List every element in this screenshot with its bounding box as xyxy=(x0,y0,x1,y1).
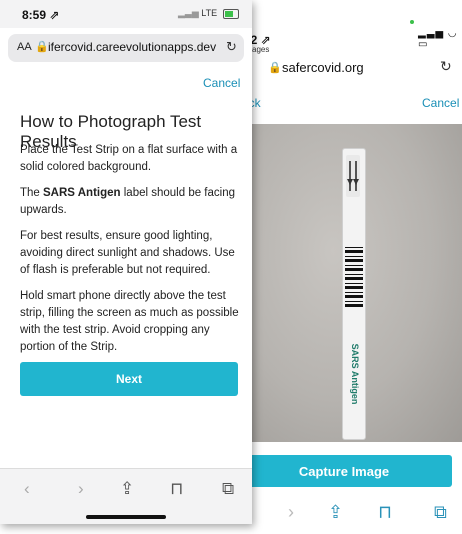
instruction-paragraph: Hold smart phone directly above the test… xyxy=(20,290,239,353)
url-host[interactable]: ifercovid.careevolutionapps.dev xyxy=(48,40,216,54)
cancel-link[interactable]: Cancel xyxy=(422,96,459,110)
instructions-text: Place the Test Strip on a flat surface w… xyxy=(20,142,242,365)
camera-nav: Back Cancel xyxy=(228,96,462,116)
tabs-icon[interactable]: ⧉ xyxy=(434,502,447,523)
instructions-screen: 8:59 ⇗ ▂▃▅ LTE AA 🔒 ifercovid.careevolut… xyxy=(0,0,252,524)
browser-toolbar-back: › ⇪ ⊓ ⧉ xyxy=(228,496,462,534)
test-strip-image: SARS Antigen xyxy=(342,148,366,440)
status-bar: 22 ⇗ ssages ▂▃▅ ◡ ▭ xyxy=(228,0,462,54)
capture-image-button[interactable]: Capture Image xyxy=(236,455,452,487)
home-indicator xyxy=(86,515,166,519)
strip-label: SARS Antigen xyxy=(350,343,360,405)
browser-toolbar: ‹ › ⇪ ⊓ ⧉ xyxy=(0,468,252,524)
url-host[interactable]: safercovid.org xyxy=(282,60,364,75)
status-time: 8:59 ⇗ xyxy=(22,8,60,22)
forward-icon[interactable]: › xyxy=(78,479,84,499)
camera-screen: 22 ⇗ ssages ▂▃▅ ◡ ▭ 🔒 safercovid.org ↻ B… xyxy=(228,0,462,534)
mic-indicator-icon xyxy=(410,20,414,24)
share-icon[interactable]: ⇪ xyxy=(328,502,343,523)
next-button[interactable]: Next xyxy=(20,362,238,396)
bold-term: SARS Antigen xyxy=(43,187,121,199)
instruction-paragraph: For best results, ensure good lighting, … xyxy=(20,230,235,276)
reload-icon[interactable]: ↻ xyxy=(226,39,237,55)
battery-icon xyxy=(223,9,239,19)
bookmarks-icon[interactable]: ⊓ xyxy=(378,502,392,523)
text-size-button[interactable]: AA xyxy=(17,41,32,53)
signal-lte: ▂▃▅ LTE xyxy=(178,8,217,19)
back-icon[interactable]: ‹ xyxy=(24,479,30,499)
lock-icon: 🔒 xyxy=(268,62,282,74)
instruction-paragraph: Place the Test Strip on a flat surface w… xyxy=(20,144,238,173)
address-bar[interactable]: 🔒 safercovid.org ↻ xyxy=(228,52,462,84)
signal-wifi-battery-icon: ▂▃▅ ◡ ▭ xyxy=(418,28,458,50)
status-bar: 8:59 ⇗ ▂▃▅ LTE xyxy=(0,0,252,28)
chevron-right-icon[interactable]: › xyxy=(288,502,294,523)
instruction-paragraph-bold: The SARS Antigen label should be facing … xyxy=(20,187,235,216)
cancel-link[interactable]: Cancel xyxy=(203,76,240,90)
tabs-icon[interactable]: ⧉ xyxy=(222,479,234,499)
bookmarks-icon[interactable]: ⊓ xyxy=(170,479,183,499)
address-bar[interactable]: AA 🔒 ifercovid.careevolutionapps.dev ↻ xyxy=(8,34,244,62)
network-label: LTE xyxy=(201,8,218,18)
lock-icon: 🔒 xyxy=(35,41,49,53)
signal-icon: ▂▃▅ xyxy=(178,8,199,18)
share-icon[interactable]: ⇪ xyxy=(120,479,134,499)
barcode-icon xyxy=(345,247,363,307)
reload-icon[interactable]: ↻ xyxy=(440,58,452,75)
